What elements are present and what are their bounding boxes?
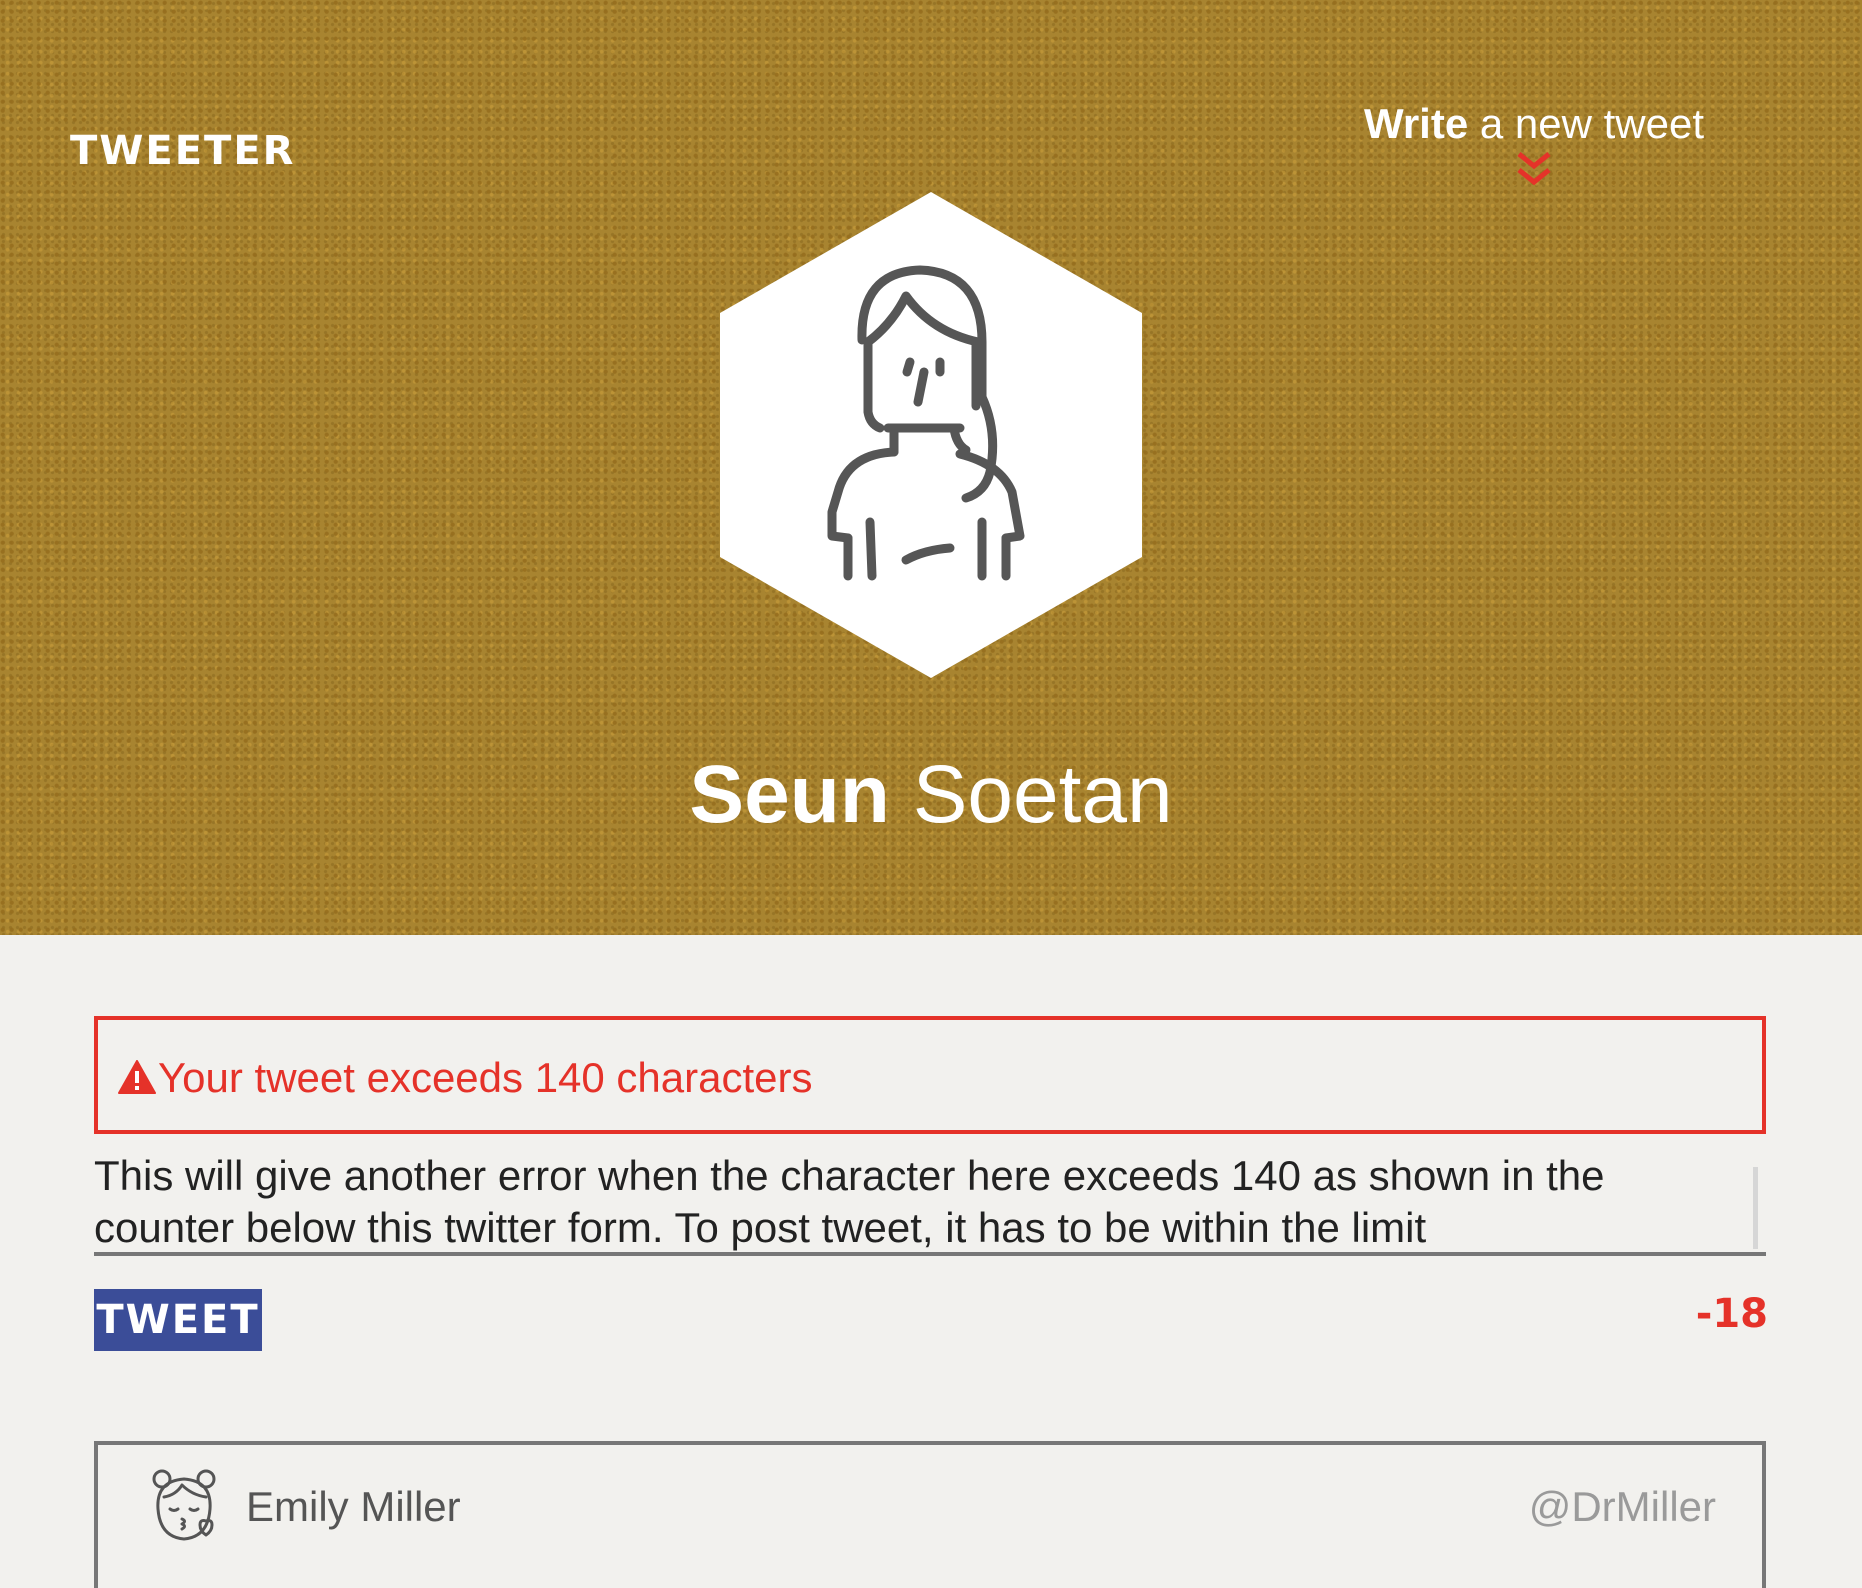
tweet-author-handle: @DrMiller	[1528, 1483, 1716, 1530]
brand-logo[interactable]: TWEETER	[70, 128, 295, 174]
profile-avatar	[720, 192, 1142, 678]
kissing-girl-icon	[152, 1469, 216, 1541]
page: TWEETER Write a new tweet Seun Soetan Yo…	[0, 0, 1862, 1588]
error-alert: Your tweet exceeds 140 characters	[94, 1016, 1766, 1134]
main-content: Your tweet exceeds 140 characters This w…	[0, 935, 1862, 1588]
chevron-double-down-icon	[1517, 152, 1551, 186]
textarea-scrollbar[interactable]	[1753, 1167, 1758, 1249]
tweet-author-name: Emily Miller	[246, 1483, 461, 1530]
write-link-rest: a new tweet	[1468, 100, 1704, 147]
character-counter: -18	[1695, 1291, 1768, 1337]
write-link-strong: Write	[1363, 100, 1469, 147]
profile-name: Seun Soetan	[0, 745, 1862, 845]
tweet-card: Emily Miller @DrMiller	[94, 1441, 1766, 1588]
warning-icon	[118, 1060, 156, 1094]
avatar-hexagon	[720, 192, 1142, 678]
profile-first-name: Seun	[689, 749, 890, 840]
profile-header: TWEETER Write a new tweet Seun Soetan	[0, 0, 1862, 935]
tweet-button[interactable]: TWEET	[94, 1289, 262, 1351]
tweet-textarea[interactable]: This will give another error when the ch…	[94, 1150, 1766, 1256]
profile-last-name: Soetan	[912, 749, 1173, 840]
write-new-tweet-link[interactable]: Write a new tweet	[1363, 100, 1704, 186]
error-message: Your tweet exceeds 140 characters	[158, 1054, 813, 1101]
